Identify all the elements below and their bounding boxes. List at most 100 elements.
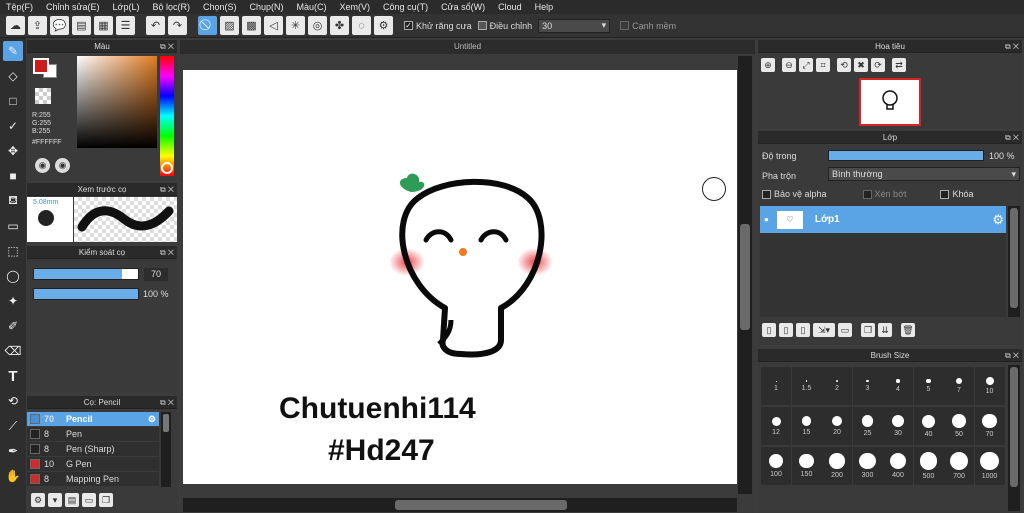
brush-size-cell[interactable]: 100 xyxy=(761,447,791,485)
operation-tool-icon[interactable]: ⟲ xyxy=(3,391,23,411)
brush-tool-icon[interactable]: ✎ xyxy=(3,41,23,61)
snap-off-icon[interactable]: ⃠ xyxy=(198,16,217,35)
brush-list-item[interactable]: 8 Pen (Sharp) xyxy=(27,442,159,457)
move-tool-icon[interactable]: ✥ xyxy=(3,141,23,161)
bucket-tool-icon[interactable]: ⛾ xyxy=(3,191,23,211)
parallel-snap-icon[interactable]: ▨ xyxy=(220,16,239,35)
eraser-tool-icon[interactable]: ◇ xyxy=(3,66,23,86)
gradient-tool-icon[interactable]: ▭ xyxy=(3,216,23,236)
grid-snap-icon[interactable]: ▩ xyxy=(242,16,261,35)
brush-opacity-slider[interactable] xyxy=(33,288,139,300)
circle-snap-icon[interactable]: ◎ xyxy=(308,16,327,35)
brush-list-item[interactable]: 70 Pencil ⚙ xyxy=(27,412,159,427)
layer-folder-icon[interactable]: ▭ xyxy=(838,323,852,337)
brush-settings-icon[interactable]: ⚙ xyxy=(31,493,45,507)
brush-size-cell[interactable]: 1000 xyxy=(974,447,1005,485)
brush-size-cell[interactable]: 15 xyxy=(791,407,822,445)
brush-list-scrollbar[interactable] xyxy=(161,412,171,487)
menu-item[interactable]: Chọn(S) xyxy=(203,2,237,12)
hue-slider[interactable] xyxy=(160,56,174,176)
rectangle-tool-icon[interactable]: □ xyxy=(3,91,23,111)
canvas-horizontal-scrollbar[interactable] xyxy=(183,498,737,512)
zoom-in-icon[interactable]: ⊕ xyxy=(761,58,775,72)
brush-size-cell[interactable]: 2 xyxy=(822,367,852,405)
blend-select[interactable]: Bình thường ▾ xyxy=(828,167,1020,181)
magic-wand-tool-icon[interactable]: ✦ xyxy=(3,291,23,311)
menu-item[interactable]: Bộ lọc(R) xyxy=(152,2,190,12)
layer-opacity-slider[interactable] xyxy=(828,150,984,161)
eye-icon[interactable]: ● xyxy=(764,215,769,224)
gear-icon[interactable]: ⚙ xyxy=(148,414,156,425)
list-doc-icon[interactable]: ☰ xyxy=(116,16,135,35)
canvas-tab[interactable]: Untitled xyxy=(180,40,755,54)
brush-size-value[interactable]: 70 xyxy=(144,268,168,281)
panel-close-icon[interactable]: ⧉ ✕ xyxy=(1005,131,1019,144)
menu-item[interactable]: Chụp(N) xyxy=(250,2,284,12)
brush-size-cell[interactable]: 200 xyxy=(822,447,852,485)
brush-size-cell[interactable]: 3 xyxy=(852,367,883,405)
panel-close-icon[interactable]: ⧉ ✕ xyxy=(160,246,174,259)
redo-icon[interactable]: ↷ xyxy=(168,16,187,35)
lock-checkbox[interactable] xyxy=(940,189,950,199)
layers-scrollbar[interactable] xyxy=(1008,206,1020,317)
brush-size-cell[interactable]: 25 xyxy=(852,407,883,445)
antialias-checkbox[interactable]: ✓ xyxy=(404,21,413,30)
palette-add-icon[interactable]: ◉ xyxy=(55,158,70,173)
flip-icon[interactable]: ⇄ xyxy=(892,58,906,72)
brush-size-scrollbar[interactable] xyxy=(1008,365,1020,511)
adjust-select[interactable]: 30 ▾ xyxy=(538,18,611,33)
brush-size-cell[interactable]: 50 xyxy=(944,407,974,445)
canvas-vertical-scrollbar[interactable] xyxy=(738,56,752,494)
chat-icon[interactable]: 💬 xyxy=(50,16,69,35)
smooth-edge-checkbox[interactable] xyxy=(620,21,630,30)
brush-size-cell[interactable]: 10 xyxy=(974,367,1005,405)
delete-layer-icon[interactable]: 🗑 xyxy=(901,323,915,337)
undo-icon[interactable]: ↶ xyxy=(146,16,165,35)
document-icon[interactable]: ▤ xyxy=(72,16,91,35)
duplicate-icon[interactable]: ❐ xyxy=(99,493,113,507)
grid-doc-icon[interactable]: ▦ xyxy=(94,16,113,35)
select-eraser-tool-icon[interactable]: ⌫ xyxy=(3,341,23,361)
navigator-thumbnail[interactable] xyxy=(859,78,921,126)
brush-size-cell[interactable]: 5 xyxy=(913,367,944,405)
zoom-out-icon[interactable]: ⊖ xyxy=(782,58,796,72)
drawing-canvas[interactable]: Chutuenhi114 #Hd247 xyxy=(183,70,737,484)
lasso-tool-icon[interactable]: ◯ xyxy=(3,266,23,286)
panel-close-icon[interactable]: ⧉ ✕ xyxy=(1005,349,1019,362)
menu-item[interactable]: Màu(C) xyxy=(297,2,327,12)
select-pen-tool-icon[interactable]: ✓ xyxy=(3,116,23,136)
radial-snap-icon[interactable]: ✳ xyxy=(286,16,305,35)
menu-item[interactable]: Xem(V) xyxy=(340,2,371,12)
select-brush-tool-icon[interactable]: ✐ xyxy=(3,316,23,336)
panel-close-icon[interactable]: ⧉ ✕ xyxy=(160,40,174,53)
text-tool-icon[interactable]: T xyxy=(3,366,23,386)
rotate-left-icon[interactable]: ⟲ xyxy=(837,58,851,72)
brush-size-cell[interactable]: 20 xyxy=(822,407,852,445)
menu-item[interactable]: Tệp(F) xyxy=(6,2,33,12)
perspective-snap-icon[interactable]: ◁ xyxy=(264,16,283,35)
brush-size-cell[interactable]: 7 xyxy=(944,367,974,405)
curve-snap-icon[interactable]: ✤ xyxy=(330,16,349,35)
menu-item[interactable]: Chỉnh sửa(E) xyxy=(46,2,100,12)
new-layer-8bit-icon[interactable]: ▯ xyxy=(779,323,793,337)
brush-list-item[interactable]: 10 G Pen xyxy=(27,457,159,472)
hand-tool-icon[interactable]: ✋ xyxy=(3,466,23,486)
brush-size-cell[interactable]: 40 xyxy=(913,407,944,445)
fit-icon[interactable]: ⤢ xyxy=(799,58,813,72)
protect-alpha-checkbox[interactable] xyxy=(762,189,771,199)
brush-size-cell[interactable]: 150 xyxy=(791,447,822,485)
brush-size-cell[interactable]: 1.5 xyxy=(791,367,822,405)
primary-color-swatch[interactable] xyxy=(33,58,49,74)
add-brush-icon[interactable]: ▾ xyxy=(48,493,62,507)
saturation-value-picker[interactable] xyxy=(77,56,157,148)
export-icon[interactable]: ⇪ xyxy=(28,16,47,35)
duplicate-layer-icon[interactable]: ❐ xyxy=(861,323,875,337)
hue-handle[interactable] xyxy=(161,162,173,174)
menu-item[interactable]: Công cụ(T) xyxy=(383,2,428,12)
settings-snap-icon[interactable]: ⚙ xyxy=(374,16,393,35)
menu-item[interactable]: Lớp(L) xyxy=(113,2,140,12)
merge-layer-icon[interactable]: ⇊ xyxy=(878,323,892,337)
menu-item[interactable]: Cloud xyxy=(498,2,522,12)
brush-size-cell[interactable]: 300 xyxy=(852,447,883,485)
menu-item[interactable]: Help xyxy=(535,2,554,12)
